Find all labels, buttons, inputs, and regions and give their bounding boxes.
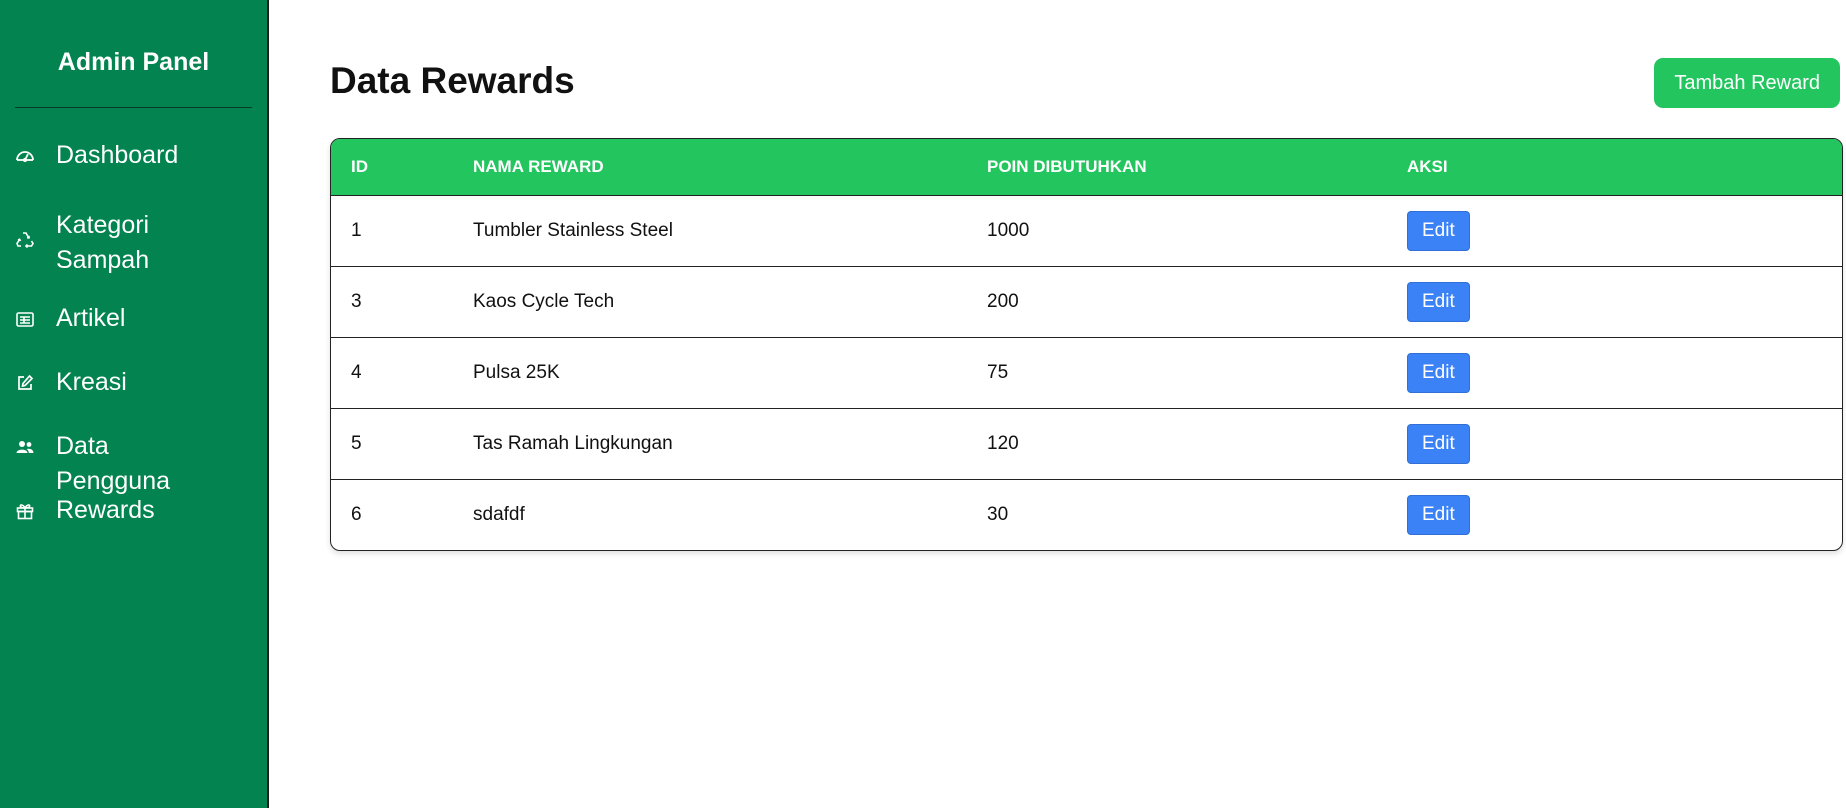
cell-poin: 120 [967,408,1387,480]
sidebar-item-label: Data Pengguna [56,432,171,495]
cell-poin: 30 [987,504,1009,525]
edit-button[interactable]: Edit [1407,495,1470,535]
recycle-icon [13,228,37,252]
cell-actions: Edit [1387,408,1842,480]
column-header-poin-dibutuhkan: POIN DIBUTUHKAN [967,139,1387,196]
add-reward-button[interactable]: Tambah Reward [1654,58,1840,108]
sidebar-item-data-pengguna[interactable]: Data Pengguna [0,429,267,495]
main-content: Data Rewards Tambah Reward ID NAMA REWAR… [269,0,1846,808]
cell-name: sdafdf [473,504,525,525]
cell-id: 5 [331,408,453,480]
newspaper-icon [13,307,37,331]
brand-title: Admin Panel [57,48,210,76]
sidebar-item-kreasi[interactable]: Kreasi [0,365,267,429]
sidebar-item-label: Kreasi [56,368,127,396]
column-header-nama-reward: NAMA REWARD [453,139,967,196]
cell-id: 4 [331,337,453,409]
sidebar-item-dashboard[interactable]: Dashboard [0,138,267,202]
cell-poin: 1000 [967,195,1387,267]
edit-button[interactable]: Edit [1407,353,1470,393]
cell-id: 1 [331,195,453,267]
cell-name: Tumbler Stainless Steel [453,195,967,267]
cell-id: 6 [351,504,362,525]
edit-button[interactable]: Edit [1407,211,1470,251]
cell-actions: Edit [1387,195,1842,267]
cell-actions: Edit [1387,480,1842,551]
rewards-table: ID NAMA REWARD POIN DIBUTUHKAN AKSI 1 Tu… [331,139,1842,550]
sidebar-item-artikel[interactable]: Artikel [0,301,267,365]
sidebar-item-kategori-sampah[interactable]: Kategori Sampah [0,202,267,301]
sidebar-item-label: Rewards [56,496,155,524]
column-header-id: ID [331,139,453,196]
edit-button[interactable]: Edit [1407,424,1470,464]
dashboard-gauge-icon [13,144,37,168]
edit-button[interactable]: Edit [1407,282,1470,322]
cell-name: Tas Ramah Lingkungan [453,408,967,480]
page-title: Data Rewards [330,60,575,101]
cell-name: Kaos Cycle Tech [453,266,967,338]
edit-icon [13,371,37,395]
sidebar-nav: Dashboard Kategori Sampah Artikel Kreasi… [0,108,267,557]
rewards-table-container: ID NAMA REWARD POIN DIBUTUHKAN AKSI 1 Tu… [330,138,1843,551]
table-header: ID NAMA REWARD POIN DIBUTUHKAN AKSI [331,139,1842,196]
users-icon [13,435,37,459]
app-root: Admin Panel Dashboard Kategori Sampah Ar… [0,0,1846,808]
sidebar-item-rewards[interactable]: Rewards [0,493,267,557]
table-row: 3 Kaos Cycle Tech 200 Edit [331,266,1842,338]
column-header-aksi: AKSI [1387,139,1842,196]
sidebar-item-label: Kategori Sampah [56,211,150,274]
cell-name: Pulsa 25K [453,337,967,409]
table-row: 6 sdafdf 30 Edit [331,480,1842,551]
cell-id: 3 [331,266,453,338]
sidebar-item-label: Artikel [56,304,126,332]
cell-actions: Edit [1387,337,1842,409]
sidebar: Admin Panel Dashboard Kategori Sampah Ar… [0,0,269,808]
table-row: 1 Tumbler Stainless Steel 1000 Edit [331,195,1842,267]
table-header-row: ID NAMA REWARD POIN DIBUTUHKAN AKSI [331,139,1842,196]
cell-actions: Edit [1387,266,1842,338]
table-body: 1 Tumbler Stainless Steel 1000 Edit 3 Ka… [331,195,1842,551]
cell-poin: 200 [967,266,1387,338]
gift-icon [13,499,37,523]
table-row: 5 Tas Ramah Lingkungan 120 Edit [331,408,1842,480]
sidebar-item-label: Dashboard [56,141,179,169]
cell-poin: 75 [967,337,1387,409]
table-row: 4 Pulsa 25K 75 Edit [331,337,1842,409]
